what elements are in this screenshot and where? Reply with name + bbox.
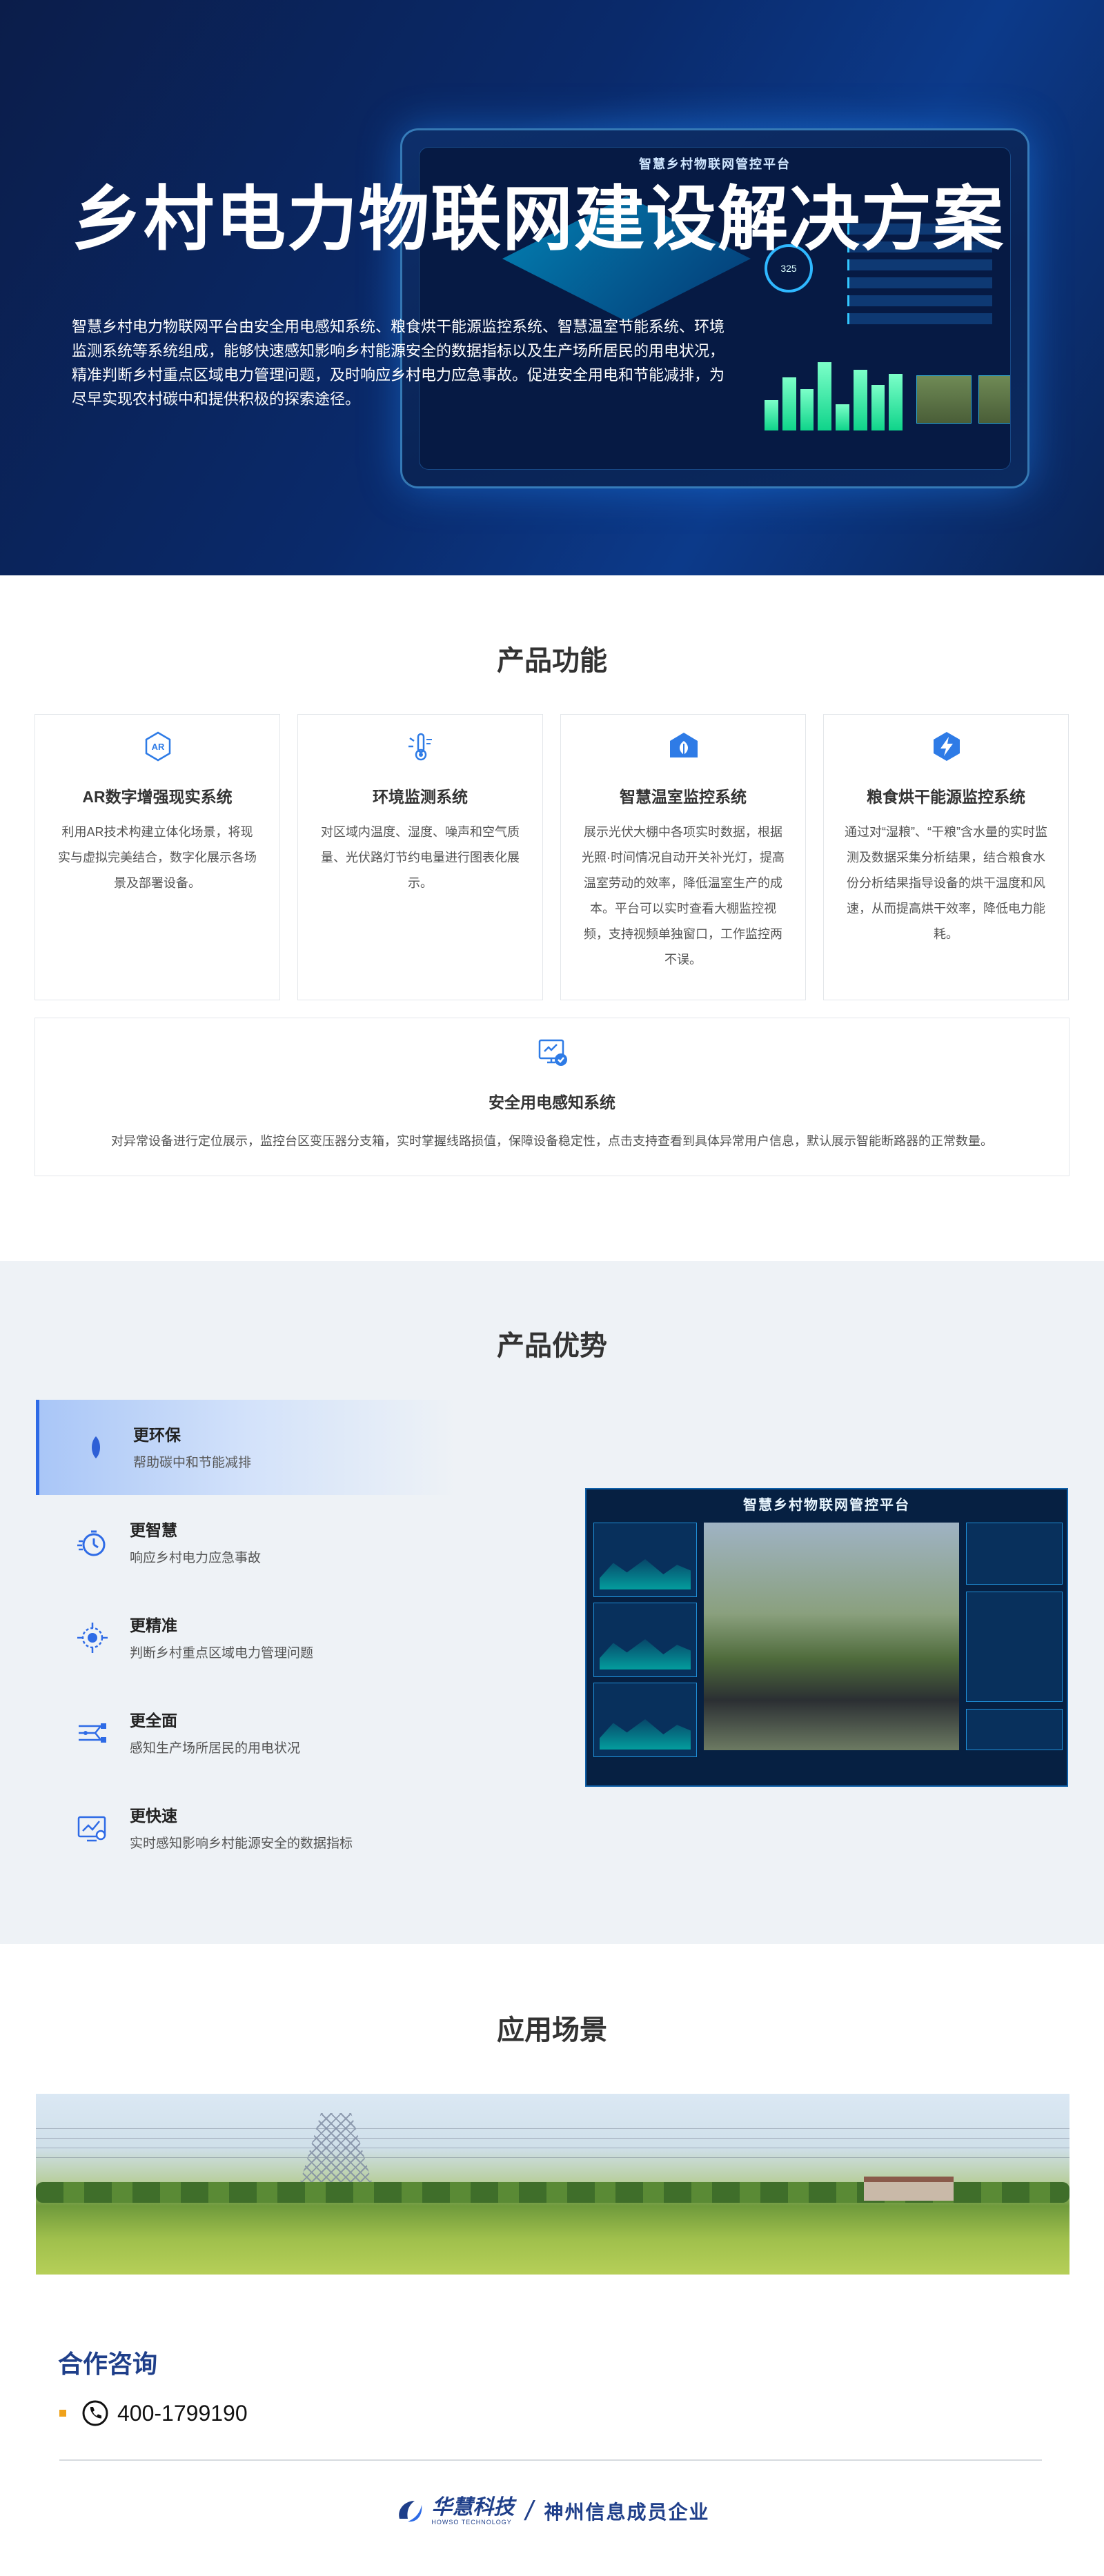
- advantages-dashboard-title: 智慧乡村物联网管控平台: [743, 1498, 910, 1513]
- footer-tagline: 神州信息成员企业: [544, 2501, 710, 2524]
- feature-card-grain-drying: 粮食烘干能源监控系统 通过对“湿粮”、“干粮”含水量的实时监测及数据采集分析结果…: [823, 714, 1069, 1000]
- monitor-check-icon: [538, 1039, 567, 1066]
- footer-brand-name: 华慧科技: [431, 2495, 515, 2519]
- advantages-dashboard-photo: [704, 1523, 959, 1750]
- application-scene-photo: [36, 2094, 1070, 2275]
- hero-dashboard-thumbnails: [916, 375, 1010, 424]
- feature-name: AR数字增强现实系统: [82, 788, 233, 806]
- feature-name: 安全用电感知系统: [489, 1093, 615, 1111]
- footer: 华慧科技 HOWSO TECHNOLOGY / 神州信息成员企业: [0, 2490, 1104, 2532]
- dashboard-panel-wave: [593, 1683, 697, 1757]
- feature-description: 通过对“湿粮”、“干粮”含水量的实时监测及数据采集分析结果，结合粮食水份分析结果…: [845, 825, 1047, 941]
- power-tower: [298, 2113, 374, 2189]
- energy-bolt-icon: [934, 732, 960, 761]
- chart-monitor-icon: [77, 1816, 106, 1842]
- advantage-name: 更精准: [130, 1616, 177, 1634]
- advantage-name: 更全面: [130, 1712, 177, 1730]
- features-section-title: 产品功能: [497, 646, 607, 676]
- feature-card-ar: AR AR数字增强现实系统 利用AR技术构建立体化场景，将现实与虚拟完美结合，数…: [34, 714, 280, 1000]
- contact-phone-number[interactable]: 400-1799190: [117, 2401, 248, 2426]
- divider: [59, 2459, 1042, 2461]
- leaf-icon: [92, 1436, 100, 1458]
- bullet-dot: [59, 2410, 66, 2417]
- feature-name: 环境监测系统: [373, 788, 468, 806]
- advantage-item-eco[interactable]: 更环保 帮助碳中和节能减排: [36, 1400, 457, 1495]
- hero-title: 乡村电力物联网建设解决方案: [72, 180, 1005, 259]
- house: [864, 2177, 954, 2201]
- advantage-name: 更智慧: [130, 1521, 177, 1539]
- advantage-description: 判断乡村重点区域电力管理问题: [130, 1646, 314, 1661]
- company-logo-icon: [399, 2501, 422, 2522]
- advantage-item-fast[interactable]: 更快速 实时感知影响乡村能源安全的数据指标: [36, 1781, 457, 1876]
- advantage-name: 更环保: [133, 1426, 181, 1444]
- footer-brand-en: HOWSO TECHNOLOGY: [431, 2519, 512, 2526]
- dashboard-panel-wave: [593, 1603, 697, 1677]
- dashboard-panel-right: [966, 1592, 1063, 1702]
- advantage-item-smart[interactable]: 更智慧 响应乡村电力应急事故: [36, 1495, 457, 1590]
- feature-card-greenhouse: 智慧温室监控系统 展示光伏大棚中各项实时数据，根据光照·时间情况自动开关补光灯，…: [560, 714, 806, 1000]
- feature-description: 利用AR技术构建立体化场景，将现实与虚拟完美结合，数字化展示各场景及部署设备。: [58, 825, 257, 890]
- advantage-description: 帮助碳中和节能减排: [133, 1456, 252, 1470]
- advantage-item-precise[interactable]: 更精准 判断乡村重点区域电力管理问题: [36, 1590, 457, 1685]
- hero-description: 智慧乡村电力物联网平台由安全用电感知系统、粮食烘干能源监控系统、智慧温室节能系统…: [72, 318, 725, 408]
- hero-dashboard-title: 智慧乡村物联网管控平台: [639, 157, 791, 171]
- advantage-description: 实时感知影响乡村能源安全的数据指标: [130, 1836, 353, 1851]
- hero-dashboard-bars: [765, 355, 903, 430]
- dashboard-panel-right: [966, 1523, 1063, 1585]
- stopwatch-icon: [77, 1530, 106, 1556]
- network-icon: [79, 1723, 106, 1743]
- feature-name: 智慧温室监控系统: [620, 788, 747, 806]
- scenes-section-title: 应用场景: [497, 2015, 607, 2045]
- advantage-name: 更快速: [130, 1807, 177, 1825]
- dashboard-panel-wave: [593, 1523, 697, 1597]
- footer-brand: 华慧科技 HOWSO TECHNOLOGY: [431, 2497, 514, 2526]
- advantages-dashboard-screenshot: 智慧乡村物联网管控平台: [585, 1488, 1068, 1787]
- svg-text:AR: AR: [152, 742, 165, 752]
- advantages-section-title: 产品优势: [497, 1331, 607, 1361]
- feature-card-safe-electricity: 安全用电感知系统 对异常设备进行定位展示，监控台区变压器分支箱，实时掌握线路损值…: [34, 1018, 1070, 1176]
- contact-title: 合作咨询: [58, 2350, 158, 2378]
- hero-banner: 智慧乡村物联网管控平台 325 乡村电力物联网建设解决方案 智慧乡村电力物联网平…: [0, 0, 1104, 575]
- dashboard-panel-right: [966, 1709, 1063, 1750]
- feature-description: 对区域内温度、湿度、噪声和空气质量、光伏路灯节约电量进行图表化展示。: [321, 825, 520, 890]
- thermometer-icon: [408, 733, 432, 761]
- greenhouse-icon: [670, 733, 698, 757]
- advantage-description: 响应乡村电力应急事故: [130, 1551, 262, 1565]
- contact-phone-row[interactable]: 400-1799190: [59, 2397, 248, 2430]
- ar-icon: AR: [145, 731, 171, 762]
- feature-card-environment: 环境监测系统 对区域内温度、湿度、噪声和空气质量、光伏路灯节约电量进行图表化展示…: [297, 714, 543, 1000]
- advantage-item-comprehensive[interactable]: 更全面 感知生产场所居民的用电状况: [36, 1685, 457, 1781]
- target-icon: [77, 1623, 108, 1653]
- feature-name: 粮食烘干能源监控系统: [867, 788, 1025, 806]
- footer-separator: /: [525, 2495, 533, 2526]
- feature-description: 展示光伏大棚中各项实时数据，根据光照·时间情况自动开关补光灯，提高温室劳动的效率…: [582, 825, 785, 967]
- advantage-description: 感知生产场所居民的用电状况: [130, 1741, 301, 1756]
- feature-description: 对异常设备进行定位展示，监控台区变压器分支箱，实时掌握线路损值，保障设备稳定性，…: [111, 1134, 993, 1148]
- phone-icon: [82, 2400, 108, 2426]
